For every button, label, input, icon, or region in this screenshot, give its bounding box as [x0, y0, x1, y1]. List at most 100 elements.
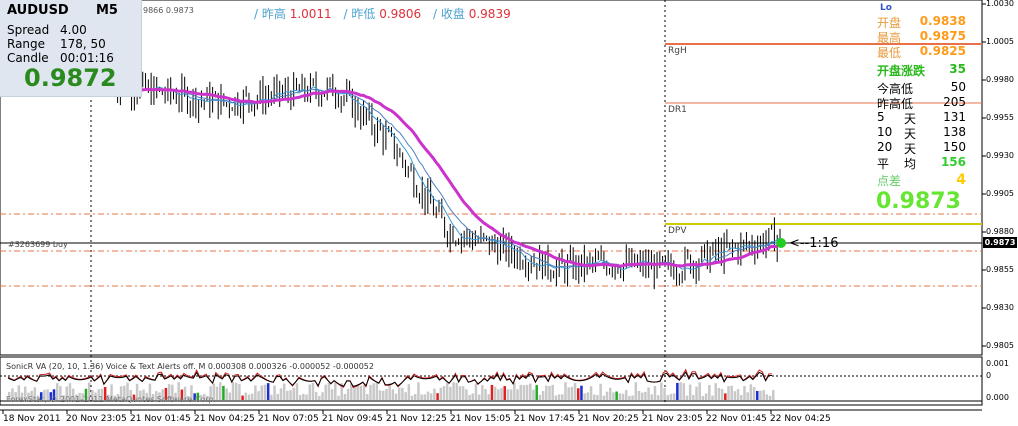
histogram-bar [257, 391, 260, 400]
histogram-bar [254, 385, 257, 400]
histogram-bar [532, 389, 535, 400]
histogram-bar [433, 388, 436, 400]
histogram-bar [586, 392, 590, 400]
histogram-bar [650, 394, 654, 400]
current-price-large: 0.9872 [24, 64, 117, 92]
time-tick: 22 Nov 01:45 [706, 414, 767, 424]
histogram-bar [688, 384, 692, 400]
histogram-bar [752, 387, 756, 400]
histogram-bar [477, 394, 481, 400]
histogram-bar [266, 383, 270, 400]
histogram-bar [516, 389, 519, 400]
prev-high-value: 1.0011 [289, 7, 332, 21]
symbol-info-box: AUDUSD M5 Spread 4.00 Range 178, 50 Cand… [0, 0, 142, 97]
rgh-level-label: RgH [668, 46, 687, 56]
price-marker-dot [776, 238, 786, 248]
histogram-bar [733, 391, 737, 400]
histogram-bar [637, 390, 641, 400]
histogram-bar [442, 386, 446, 400]
histogram-bar [445, 382, 449, 400]
chart-window[interactable]: AUDUSD M5 Spread 4.00 Range 178, 50 Cand… [0, 0, 1018, 426]
histogram-bar [468, 394, 471, 400]
histogram-bar [746, 392, 749, 400]
stat-spread: 点差 4 [877, 172, 966, 188]
histogram-bar [391, 389, 395, 400]
histogram-bar [580, 385, 583, 400]
histogram-bar [577, 388, 580, 400]
stat-low: 最低 0.9825 [877, 44, 966, 60]
histogram-bar [369, 384, 372, 400]
histogram-bar [481, 385, 484, 400]
histogram-bar [666, 395, 670, 400]
histogram-bar [570, 386, 574, 400]
histogram-bar [487, 394, 490, 400]
histogram-bar [238, 384, 241, 400]
spread-label: Spread [7, 23, 50, 37]
order-label: #3263699 buy [8, 240, 68, 249]
histogram-bar [334, 382, 337, 400]
histogram-bar [525, 384, 529, 400]
histogram-bar [676, 382, 679, 400]
histogram-bar [497, 389, 500, 400]
histogram-bar [759, 390, 762, 400]
histogram-bar [490, 384, 494, 400]
stat-20day-range: 20 天 150 [877, 140, 966, 156]
histogram-bar [762, 390, 765, 400]
histogram-bar [404, 392, 407, 400]
price-tick: 0.9955 [986, 113, 1014, 122]
histogram-bar [685, 395, 689, 400]
stat-5day-range: 5 天 131 [877, 110, 966, 126]
time-tick: 21 Nov 23:05 [642, 414, 703, 424]
prev-low-label: / 昨低 [343, 7, 376, 21]
histogram-bar [567, 387, 570, 400]
spread-value: 4.00 [60, 23, 87, 37]
histogram-bar [366, 394, 369, 400]
oscillator-black-line [7, 371, 772, 387]
histogram-bar [260, 385, 264, 400]
price-tick: 0.9855 [986, 265, 1014, 274]
histogram-bar [270, 394, 273, 400]
histogram-bar [608, 387, 612, 400]
price-tick: 0.9830 [986, 303, 1014, 312]
histogram-bar [701, 395, 705, 400]
histogram-bar [375, 382, 379, 400]
price-tick: 0.9905 [986, 189, 1014, 198]
histogram-bar [561, 394, 564, 400]
histogram-bar [682, 383, 685, 400]
histogram-bar [727, 386, 730, 400]
histogram-bar [529, 383, 532, 400]
histogram-bar [730, 385, 733, 400]
histogram-bar [353, 387, 356, 400]
timeframe-label: M5 [96, 3, 118, 18]
histogram-bar [292, 387, 296, 400]
histogram-bar [474, 383, 478, 400]
histogram-bar [218, 382, 222, 400]
histogram-bar [337, 395, 340, 400]
candle-label: Candle [7, 51, 49, 65]
price-tick: 1.0030 [986, 0, 1014, 8]
histogram-bar [724, 393, 727, 400]
bar-timer-label: <--1:16 [789, 236, 839, 251]
time-tick: 21 Nov 20:25 [578, 414, 639, 424]
histogram-bar [720, 389, 724, 400]
histogram-bar [324, 384, 327, 400]
stats-title: Lo [880, 3, 892, 13]
stat-today-range: 今高低 50 [877, 80, 966, 96]
histogram-bar [628, 395, 631, 400]
histogram-bar [247, 394, 251, 400]
histogram-bar [522, 385, 526, 400]
histogram-bar [615, 391, 618, 400]
stat-high: 最高 0.9875 [877, 29, 966, 45]
histogram-bar [768, 395, 772, 400]
histogram-bar [286, 390, 289, 400]
histogram-bar [397, 387, 401, 400]
histogram-bar [647, 387, 650, 400]
histogram-bar [548, 385, 551, 400]
histogram-bar [573, 383, 577, 400]
histogram-bar [660, 382, 663, 400]
histogram-bar [417, 382, 420, 400]
histogram-bar [263, 384, 267, 400]
range-value: 178, 50 [60, 37, 106, 51]
histogram-bar [557, 394, 561, 400]
histogram-bar [452, 382, 455, 400]
